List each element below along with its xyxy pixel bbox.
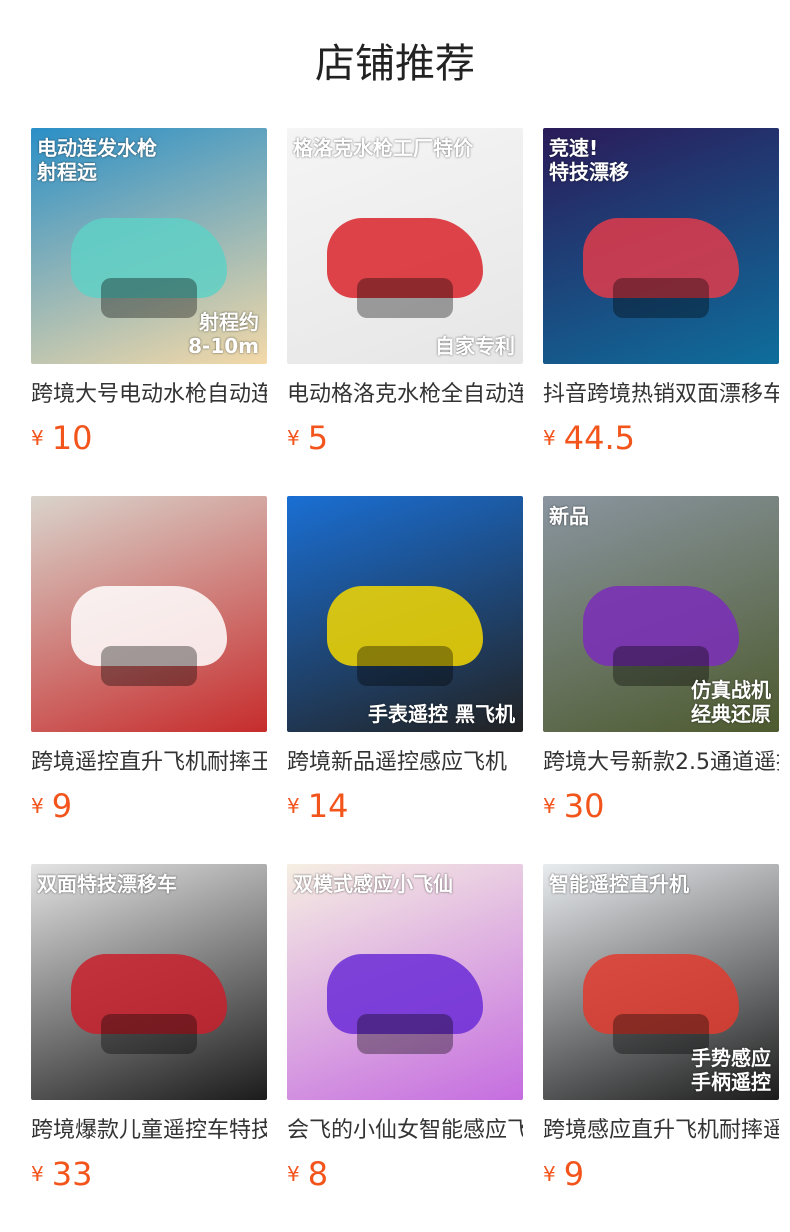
image-badge-top: 双面特技漂移车 [37,872,177,896]
currency-symbol: ¥ [543,794,556,818]
product-name[interactable]: 电动格洛克水枪全自动连发 [287,380,523,410]
price-value: 5 [307,419,329,457]
image-badge-top: 新品 [549,504,589,528]
product-illustration-detail [357,1014,453,1054]
product-image[interactable]: 电动连发水枪 射程远射程约 8-10m [31,128,267,364]
product-grid: 电动连发水枪 射程远射程约 8-10m 跨境大号电动水枪自动连发 ¥10 格洛克水枪工… [31,128,779,1232]
product-name[interactable]: 抖音跨境热销双面漂移车 [543,380,779,410]
product-name[interactable]: 会飞的小仙女智能感应飞行器 [287,1116,523,1146]
product-price: ¥5 [287,418,328,458]
price-value: 44.5 [563,419,635,457]
product-card[interactable]: 新品仿真战机 经典还原跨境大号新款2.5通道遥控飞机 ¥30 [543,496,779,864]
price-value: 14 [307,787,349,825]
product-illustration-detail [613,278,709,318]
product-name[interactable]: 跨境大号电动水枪自动连发 [31,380,267,410]
price-value: 9 [51,787,73,825]
product-image[interactable]: 智能遥控直升机手势感应 手柄遥控 [543,864,779,1100]
image-badge-bottom: 射程约 8-10m [188,310,259,358]
product-illustration-detail [101,1014,197,1054]
product-illustration-detail [357,646,453,686]
price-value: 10 [51,419,93,457]
product-price: ¥9 [31,786,72,826]
product-illustration-detail [357,278,453,318]
product-image[interactable]: 新品仿真战机 经典还原 [543,496,779,732]
price-value: 33 [51,1155,93,1193]
product-image[interactable]: 竞速! 特技漂移 [543,128,779,364]
currency-symbol: ¥ [287,426,300,450]
product-card[interactable]: 智能遥控直升机手势感应 手柄遥控跨境感应直升飞机耐摔遥控 ¥9 [543,864,779,1232]
currency-symbol: ¥ [543,426,556,450]
currency-symbol: ¥ [287,794,300,818]
product-card[interactable]: 电动连发水枪 射程远射程约 8-10m 跨境大号电动水枪自动连发 ¥10 [31,128,267,496]
product-card[interactable]: 手表遥控 黑飞机跨境新品遥控感应飞机 ¥14 [287,496,523,864]
product-name[interactable]: 跨境感应直升飞机耐摔遥控 [543,1116,779,1146]
product-image[interactable]: 格洛克水枪工厂特价自家专利 [287,128,523,364]
image-badge-top: 双模式感应小飞仙 [293,872,453,896]
product-card[interactable]: 竞速! 特技漂移抖音跨境热销双面漂移车 ¥44.5 [543,128,779,496]
image-badge-bottom: 仿真战机 经典还原 [691,678,771,726]
product-card[interactable]: 双面特技漂移车跨境爆款儿童遥控车特技 ¥33 [31,864,267,1232]
price-value: 9 [563,1155,585,1193]
image-badge-bottom: 自家专利 [435,334,515,358]
currency-symbol: ¥ [287,1162,300,1186]
product-name[interactable]: 跨境大号新款2.5通道遥控飞机 [543,748,779,778]
image-badge-bottom: 手表遥控 黑飞机 [368,702,515,726]
product-image[interactable] [31,496,267,732]
price-value: 30 [563,787,605,825]
price-value: 8 [307,1155,329,1193]
currency-symbol: ¥ [543,1162,556,1186]
product-image[interactable]: 双面特技漂移车 [31,864,267,1100]
product-name[interactable]: 跨境遥控直升飞机耐摔王 [31,748,267,778]
page-title: 店铺推荐 [315,41,475,87]
product-name[interactable]: 跨境爆款儿童遥控车特技 [31,1116,267,1146]
product-card[interactable]: 双模式感应小飞仙会飞的小仙女智能感应飞行器 ¥8 [287,864,523,1232]
product-card[interactable]: 跨境遥控直升飞机耐摔王 ¥9 [31,496,267,864]
currency-symbol: ¥ [31,426,44,450]
product-name[interactable]: 跨境新品遥控感应飞机 [287,748,523,778]
product-image[interactable]: 双模式感应小飞仙 [287,864,523,1100]
product-price: ¥33 [31,1154,92,1194]
image-badge-top: 格洛克水枪工厂特价 [293,136,473,160]
product-price: ¥44.5 [543,418,635,458]
product-price: ¥10 [31,418,92,458]
product-price: ¥30 [543,786,604,826]
currency-symbol: ¥ [31,1162,44,1186]
product-image[interactable]: 手表遥控 黑飞机 [287,496,523,732]
image-badge-top: 智能遥控直升机 [549,872,689,896]
image-badge-top: 电动连发水枪 射程远 [37,136,157,184]
product-price: ¥14 [287,786,348,826]
product-price: ¥9 [543,1154,584,1194]
image-badge-top: 竞速! 特技漂移 [549,136,629,184]
product-illustration-detail [101,278,197,318]
product-price: ¥8 [287,1154,328,1194]
image-badge-bottom: 手势感应 手柄遥控 [691,1046,771,1094]
currency-symbol: ¥ [31,794,44,818]
product-card[interactable]: 格洛克水枪工厂特价自家专利电动格洛克水枪全自动连发 ¥5 [287,128,523,496]
product-illustration-detail [101,646,197,686]
